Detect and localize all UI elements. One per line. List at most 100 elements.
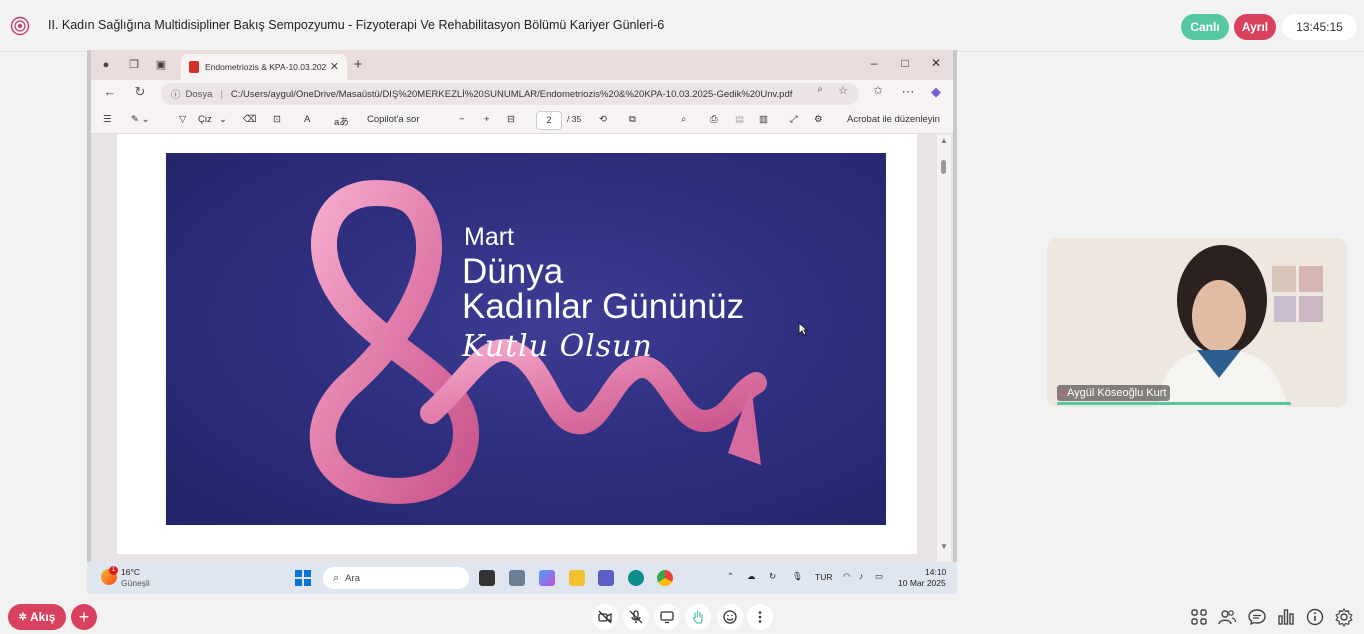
grid-layout-icon[interactable] — [1189, 607, 1209, 627]
file-explorer-icon[interactable] — [569, 570, 585, 586]
copilot-ask-label[interactable]: Copilot'a sor — [367, 114, 420, 125]
camera-off-icon — [598, 610, 612, 624]
acrobat-edit-label[interactable]: Acrobat ile düzenleyin — [847, 114, 940, 125]
copilot-icon[interactable]: ◆ — [927, 84, 945, 100]
tray-sync-icon[interactable]: ↻ — [769, 571, 776, 582]
chat-icon[interactable] — [1247, 607, 1267, 627]
mic-off-button[interactable] — [623, 604, 649, 630]
url-field[interactable]: ⓘ Dosya | C:/Users/aygul/OneDrive/Masaüs… — [161, 83, 859, 105]
tray-mic-icon[interactable]: 🎙 — [792, 571, 803, 582]
participant-video — [1047, 238, 1347, 407]
weather-desc: Güneşli — [121, 578, 150, 588]
window-close-icon[interactable]: ✕ — [926, 56, 946, 70]
more-menu-icon[interactable]: ⋯ — [899, 84, 917, 100]
top-bar: II. Kadın Sağlığına Multidisipliner Bakı… — [0, 0, 1364, 52]
info-circle-icon[interactable] — [1305, 607, 1325, 627]
rotate-icon[interactable]: ⟲ — [599, 114, 607, 125]
translate-icon[interactable]: aあ — [334, 114, 349, 128]
slide-line-4: Kutlu Olsun — [462, 329, 653, 364]
draw-icon[interactable]: ▽ — [179, 114, 186, 125]
page-view-icon[interactable]: ⧉ — [629, 114, 636, 125]
pdf-scrollbar[interactable]: ▲ ▼ — [937, 134, 951, 562]
keyboard-language[interactable]: TUR — [815, 572, 832, 582]
tab-title: Endometriozis & KPA-10.03.2025 — [205, 62, 327, 72]
participants-icon[interactable] — [1217, 607, 1237, 627]
edge-icon[interactable] — [628, 570, 644, 586]
zoom-icon[interactable]: ⌕ — [811, 84, 829, 95]
weather-temp: 16°C — [121, 567, 140, 577]
taskbar-date[interactable]: 10 Mar 2025 — [898, 578, 946, 588]
reactions-button[interactable] — [717, 604, 743, 630]
save-icon[interactable]: ▤ — [735, 114, 744, 125]
windows-start-icon[interactable] — [295, 570, 311, 586]
taskbar-time[interactable]: 14:10 — [925, 567, 946, 577]
wifi-icon[interactable]: ◠ — [843, 571, 850, 582]
share-screen-button[interactable] — [654, 604, 680, 630]
browser-tab[interactable]: Endometriozis & KPA-10.03.2025 ✕ — [181, 54, 347, 80]
pdf-settings-icon[interactable]: ⚙ — [814, 114, 823, 125]
maximize-icon[interactable]: □ — [895, 56, 915, 70]
favorites-icon[interactable]: ✩ — [869, 84, 887, 97]
draw-dropdown-icon[interactable]: ⌄ — [219, 114, 227, 125]
raise-hand-button[interactable] — [685, 604, 711, 630]
print-icon[interactable]: ⎙ — [710, 114, 718, 125]
taskbar-search[interactable]: ⌕ Ara — [323, 567, 469, 589]
teams-icon[interactable] — [598, 570, 614, 586]
zoom-out-icon[interactable]: − — [459, 114, 465, 125]
tray-chevron-icon[interactable]: ⌃ — [727, 571, 734, 582]
participant-video-tile[interactable]: Aygül Köseoğlu Kurt — [1047, 238, 1347, 407]
add-button[interactable]: + — [71, 604, 97, 630]
poll-chart-icon[interactable] — [1276, 607, 1296, 627]
profile-icon[interactable]: ● — [99, 58, 113, 72]
leave-button[interactable]: Ayrıl — [1234, 14, 1276, 40]
draw-label[interactable]: Çiz — [198, 114, 212, 125]
more-options-button[interactable] — [747, 604, 773, 630]
mouse-cursor-icon — [798, 322, 808, 336]
search-icon[interactable]: ⌕ — [681, 114, 686, 125]
eraser-icon[interactable]: ⌫ — [243, 114, 256, 125]
chrome-icon[interactable] — [657, 570, 673, 586]
new-tab-icon[interactable]: + — [351, 57, 365, 72]
battery-icon[interactable]: ▭ — [875, 571, 883, 582]
back-icon[interactable]: ← — [101, 84, 119, 99]
volume-icon[interactable]: ♪ — [859, 571, 863, 581]
tab-close-icon[interactable]: ✕ — [330, 60, 339, 73]
highlight-icon[interactable]: ✎ ⌄ — [131, 114, 150, 125]
copilot-app-icon[interactable] — [539, 570, 555, 586]
slide-line-3: Kadınlar Gününüz — [462, 287, 745, 326]
scroll-thumb[interactable] — [941, 160, 946, 174]
workspaces-icon[interactable]: ❐ — [127, 58, 141, 72]
screen-share-icon — [660, 611, 674, 624]
tray-app-icon[interactable]: ☁ — [747, 571, 756, 582]
stream-button[interactable]: ✲ Akış — [8, 604, 66, 630]
scroll-up-icon[interactable]: ▲ — [940, 136, 948, 145]
save-as-icon[interactable]: ▥ — [759, 114, 768, 125]
scroll-down-icon[interactable]: ▼ — [940, 542, 948, 551]
favorite-star-icon[interactable]: ☆ — [834, 84, 852, 97]
sparkle-icon: ✲ — [18, 611, 28, 623]
contents-icon[interactable]: ☰ — [103, 114, 112, 125]
refresh-icon[interactable]: ↻ — [131, 84, 149, 100]
info-icon: ⓘ — [171, 90, 181, 101]
fullscreen-icon[interactable]: ⤢ — [790, 114, 798, 125]
page-number-input[interactable]: 2 — [536, 111, 562, 130]
camera-off-button[interactable] — [592, 604, 618, 630]
audio-indicator-icon — [1060, 390, 1066, 396]
task-view-icon[interactable] — [479, 570, 495, 586]
screen-share: ● ❐ ▣ Endometriozis & KPA-10.03.2025 ✕ +… — [87, 50, 957, 594]
text-box-icon[interactable]: ⊡ — [273, 114, 281, 125]
calculator-icon[interactable] — [509, 570, 525, 586]
mic-off-icon — [629, 610, 643, 624]
minimize-icon[interactable]: – — [864, 56, 884, 70]
slide-line-2: Dünya — [462, 252, 564, 291]
settings-gear-icon[interactable] — [1334, 607, 1354, 627]
slide-line-1: Mart — [464, 223, 514, 251]
session-clock: 13:45:15 — [1282, 14, 1357, 40]
url-scheme-label: Dosya — [185, 88, 213, 100]
zoom-in-icon[interactable]: + — [484, 114, 490, 125]
read-aloud-icon[interactable]: A — [304, 114, 310, 125]
weather-badge: 1 — [109, 566, 118, 575]
fit-page-icon[interactable]: ⊟ — [507, 114, 515, 125]
tab-actions-icon[interactable]: ▣ — [154, 58, 168, 72]
slide-image: Mart Dünya Kadınlar Gününüz Kutlu Olsun — [166, 153, 886, 525]
